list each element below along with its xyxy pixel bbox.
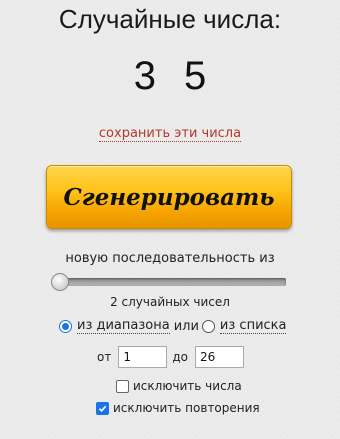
exclude-numbers-option: исключить числа: [116, 379, 242, 393]
or-text: или: [173, 318, 199, 334]
page-title: Случайные числа:: [58, 4, 282, 34]
from-label: от: [97, 350, 112, 364]
random-numbers: 3 5: [0, 54, 340, 99]
exclude-repeats-option: исключить повторения: [96, 401, 260, 415]
checkmark-icon: [98, 405, 107, 412]
source-selector: из диапазона или из списка: [59, 318, 287, 334]
generate-button[interactable]: Сгенерировать: [46, 165, 292, 229]
exclude-repeats-label[interactable]: исключить повторения: [113, 401, 260, 415]
list-radio[interactable]: [201, 319, 215, 333]
range-option-label[interactable]: из диапазона: [77, 318, 170, 334]
random-number: 5: [184, 54, 207, 98]
sequence-label: новую последовательность из: [65, 251, 275, 266]
save-numbers-row: сохранить эти числа: [0, 126, 340, 142]
range-inputs: от до: [97, 346, 249, 368]
to-label: до: [172, 350, 188, 364]
exclude-numbers-checkbox[interactable]: [116, 379, 129, 393]
random-number: 3: [133, 54, 156, 98]
count-slider-track[interactable]: [52, 278, 286, 286]
from-input[interactable]: [118, 346, 168, 368]
count-text: 2 случайных чисел: [110, 295, 230, 309]
exclude-repeats-checkbox[interactable]: [96, 401, 109, 415]
to-input[interactable]: [194, 346, 244, 368]
list-option-label[interactable]: из списка: [219, 318, 287, 334]
count-slider-handle[interactable]: [51, 273, 69, 291]
save-numbers-link[interactable]: сохранить эти числа: [98, 126, 242, 142]
exclude-numbers-label[interactable]: исключить числа: [133, 379, 242, 393]
range-radio[interactable]: [59, 319, 72, 333]
